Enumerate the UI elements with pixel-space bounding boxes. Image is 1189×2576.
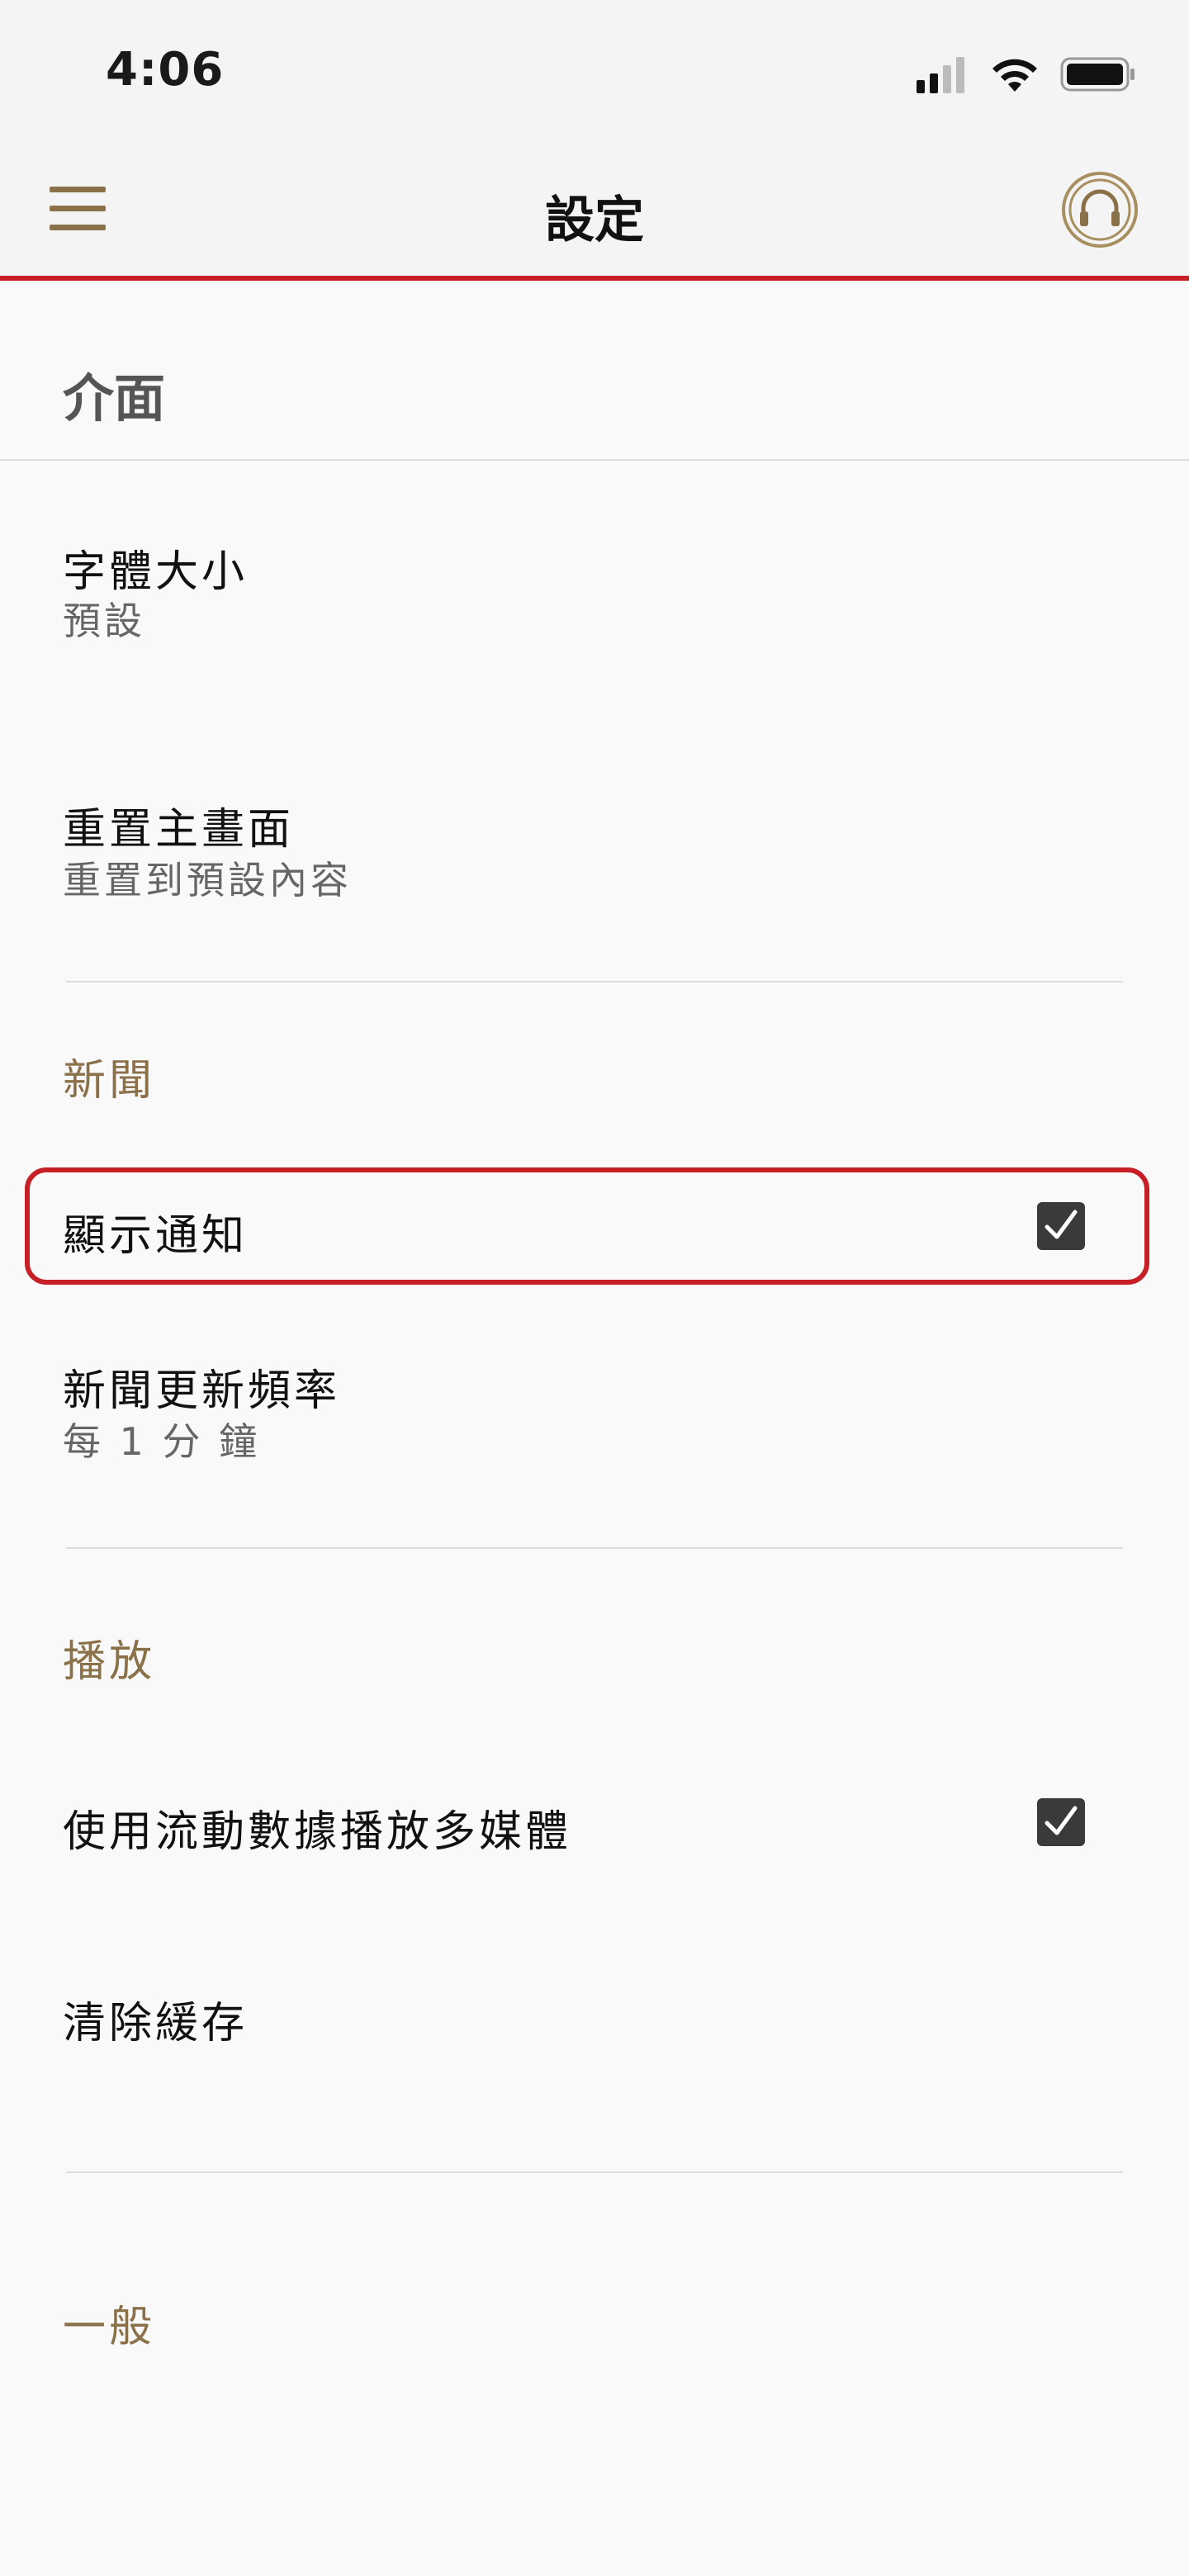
- setting-update-frequency[interactable]: 新聞更新頻率 每 1 分 鐘: [0, 1301, 1189, 1549]
- headphones-icon[interactable]: [1060, 170, 1139, 249]
- setting-title: 使用流動數據播放多媒體: [63, 1807, 572, 1857]
- settings-screen: 4:06 設定 介面 字體大小 預設 重置主畫面 重置到預設內容 新聞 顯示通知…: [0, 0, 1189, 2576]
- section-label-interface: 介面: [63, 368, 166, 429]
- battery-icon: [1060, 55, 1136, 97]
- highlight-frame: [25, 1167, 1149, 1285]
- section-header-interface: 介面: [0, 286, 1189, 461]
- setting-title: 清除緩存: [63, 1999, 249, 2048]
- divider: [66, 1547, 1123, 1549]
- setting-subtitle: 重置到預設內容: [63, 858, 352, 902]
- divider: [66, 981, 1123, 983]
- status-bar: 4:06: [0, 0, 1189, 140]
- status-time: 4:06: [106, 43, 225, 97]
- setting-title: 重置主畫面: [63, 805, 295, 855]
- setting-subtitle: 預設: [63, 599, 145, 643]
- setting-clear-cache[interactable]: 清除緩存: [0, 1929, 1189, 2127]
- status-icons: [917, 53, 1136, 99]
- setting-reset-home[interactable]: 重置主畫面 重置到預設內容: [0, 715, 1189, 963]
- section-label-general: 一般: [63, 2303, 156, 2352]
- setting-title: 新聞更新頻率: [63, 1366, 341, 1416]
- page-title: 設定: [545, 192, 644, 249]
- section-label-playback: 播放: [63, 1637, 156, 1687]
- section-label-news: 新聞: [63, 1056, 156, 1106]
- setting-mobile-data-playback[interactable]: 使用流動數據播放多媒體: [0, 1739, 1189, 1904]
- app-header: 設定: [0, 140, 1189, 281]
- setting-subtitle: 每 1 分 鐘: [63, 1419, 261, 1464]
- setting-font-size[interactable]: 字體大小 預設: [0, 462, 1189, 710]
- setting-title: 字體大小: [63, 547, 249, 597]
- wifi-icon: [989, 55, 1040, 97]
- cellular-signal-icon: [917, 55, 969, 97]
- mobile-data-checkbox[interactable]: [1037, 1798, 1085, 1846]
- divider: [66, 2171, 1123, 2173]
